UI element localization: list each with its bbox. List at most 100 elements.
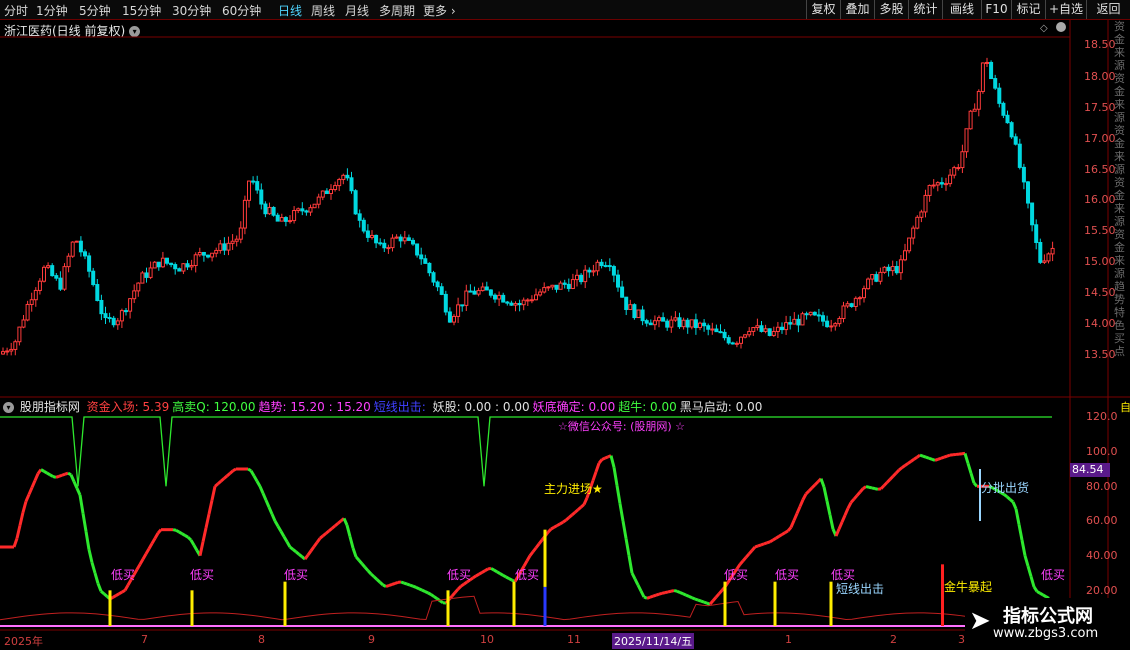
date-label: 11 [567, 633, 581, 646]
oscillator-segment [351, 547, 358, 558]
oscillator-segment [819, 478, 826, 488]
candle-body [201, 252, 206, 256]
candle-body [316, 196, 321, 205]
oscillator-segment [178, 530, 183, 536]
oscillator-segment [795, 505, 802, 515]
candle-body [296, 208, 301, 212]
oscillator-segment [865, 485, 870, 489]
oscillator-segment [925, 455, 930, 460]
oscillator-segment [574, 508, 579, 514]
kline-chart[interactable] [0, 0, 1130, 650]
oscillator-segment [36, 468, 43, 475]
oscillator-segment [843, 507, 850, 516]
oscillator-segment [969, 472, 976, 484]
candle-body [993, 78, 998, 89]
oscillator-segment [252, 475, 259, 482]
candle-body [324, 190, 329, 195]
oscillator-segment [804, 489, 811, 496]
oscillator-segment [813, 480, 820, 486]
candle-body [365, 230, 370, 238]
oscillator-segment [388, 583, 393, 587]
oscillator-segment [78, 494, 85, 514]
oscillator-segment [433, 595, 438, 600]
low-buy-label: 低买 [111, 568, 136, 582]
oscillator-segment [946, 453, 951, 458]
candle-body [702, 322, 707, 327]
oscillator-segment [760, 542, 765, 547]
oscillator-segment [828, 514, 835, 530]
candle-body [17, 326, 22, 343]
oscillator-segment [717, 589, 724, 595]
oscillator-segment [714, 592, 721, 599]
watermark-url: www.zbgs3.com [993, 626, 1099, 641]
candle-body [894, 266, 899, 274]
oscillator-segment [688, 595, 693, 600]
candle-body [423, 258, 428, 264]
candle-body [611, 266, 616, 276]
oscillator-segment [18, 511, 25, 526]
oscillator-segment [582, 497, 589, 506]
low-buy-label: 低买 [447, 568, 472, 582]
candle-body [480, 286, 485, 292]
oscillator-segment [400, 580, 405, 585]
oscillator-segment [289, 545, 294, 551]
oscillator-segment [943, 454, 948, 459]
oscillator-segment [232, 467, 237, 473]
candle-body [91, 270, 96, 286]
candle-body [812, 311, 817, 316]
chevron-down-icon[interactable]: ▾ [3, 402, 14, 413]
candle-body [808, 311, 813, 316]
oscillator-segment [754, 544, 759, 549]
candle-body [148, 267, 153, 278]
candle-body [784, 322, 789, 331]
candle-body [550, 284, 555, 288]
oscillator-segment [276, 525, 283, 533]
oscillator-segment [966, 462, 973, 474]
low-buy-label: 低买 [1041, 568, 1066, 582]
candle-body [378, 242, 383, 245]
candle-series [1, 57, 1055, 356]
oscillator-segment [738, 559, 745, 566]
candle-body [402, 237, 407, 242]
candle-body [9, 348, 14, 352]
oscillator-segment [372, 575, 379, 581]
oscillator-segment [475, 572, 480, 578]
oscillator-segment [141, 553, 148, 560]
oscillator-segment [1042, 593, 1047, 598]
oscillator-segment [93, 572, 100, 584]
oscillator-segment [496, 570, 501, 575]
oscillator-segment [75, 487, 82, 496]
oscillator-segment [937, 456, 942, 461]
candle-body [144, 272, 149, 278]
candle-body [472, 290, 477, 295]
candle-body [251, 180, 256, 183]
oscillator-segment [646, 595, 651, 600]
candle-body [152, 261, 157, 269]
oscillator-segment [789, 519, 796, 528]
oscillator-segment [534, 543, 541, 549]
oscillator-segment [67, 471, 72, 477]
oscillator-segment [934, 457, 939, 462]
candle-body [558, 282, 563, 290]
low-buy-label: 低买 [190, 568, 215, 582]
candle-body [33, 289, 38, 301]
oscillator-segment [601, 456, 606, 461]
oscillator-segment [424, 590, 429, 595]
candle-body [632, 304, 637, 319]
oscillator-segment [1026, 565, 1033, 577]
candle-body [751, 327, 756, 332]
oscillator-segment [30, 479, 37, 489]
candle-body [304, 210, 309, 213]
candle-body [468, 290, 473, 293]
low-buy-bar [773, 581, 777, 626]
candle-body [58, 277, 63, 290]
indicator-name[interactable]: 股朋指标网 [20, 400, 80, 414]
oscillator-segment [621, 520, 628, 539]
date-label: 2025年 [4, 635, 43, 648]
candle-body [1017, 143, 1022, 168]
candle-body [415, 243, 420, 256]
candle-body [62, 266, 67, 290]
candle-body [1042, 260, 1047, 263]
candle-body [907, 237, 912, 252]
oscillator-segment [691, 596, 696, 601]
